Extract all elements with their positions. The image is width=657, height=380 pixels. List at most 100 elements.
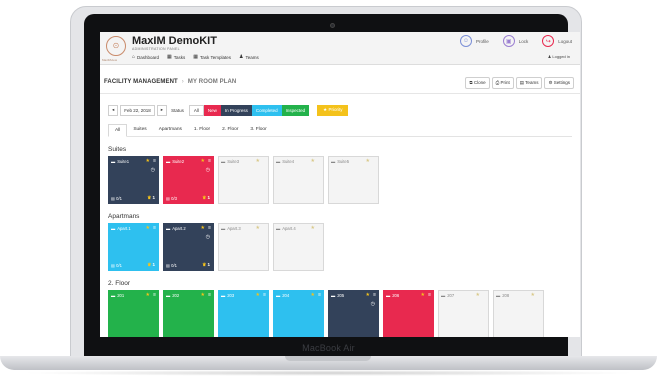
star-icon[interactable]: ★ [146, 225, 150, 231]
nav-item-dashboard[interactable]: ⌂ Dashboard [132, 54, 159, 60]
room-card[interactable]: ▬ 204 ★ ≡ [273, 290, 324, 337]
nav-icon: ♟ [238, 54, 244, 60]
page-action-button[interactable]: ⧉ Clone [465, 77, 490, 89]
room-card[interactable]: ▬ Apart.2 ★ ≡ ◷ ▤ 0/1 ♛ 1 [163, 223, 214, 271]
nav-item-tasks[interactable]: ▦ Tasks [167, 54, 185, 60]
menu-icon[interactable]: ≡ [263, 292, 266, 298]
priority-filter-button[interactable]: ★ Priority [317, 104, 349, 116]
room-grid: ▬ 201 ★ ≡ ▬ 202 ★ ≡ ▬ 203 ★ ≡ ▬ 204 ★ ≡ ▬ 205 ★ ≡ ◷ ▬ 206 ★ ≡ ▬ 20… [108, 290, 580, 337]
star-icon[interactable]: ★ [201, 292, 205, 298]
room-card[interactable]: ▬ Apart.3 ★ [218, 223, 269, 271]
status-insp-button[interactable]: Inspected [281, 104, 310, 116]
page-action-button[interactable]: ▤ Teams [515, 77, 543, 89]
star-icon[interactable]: ★ [311, 292, 315, 298]
app-logo[interactable]: ⊙ [106, 36, 126, 56]
menu-icon[interactable]: ≡ [153, 158, 156, 164]
breadcrumb-main[interactable]: FACILITY MANAGEMENT [104, 79, 178, 85]
tab-all[interactable]: All [108, 124, 128, 137]
room-card[interactable]: ▬ 203 ★ ≡ [218, 290, 269, 337]
page-action-button[interactable]: ⚙ Settings [544, 77, 574, 89]
camera-icon [330, 23, 335, 28]
room-name-text: 202 [172, 293, 180, 298]
room-name: ▬ Apart.4 [276, 226, 296, 231]
room-name-text: Suite3 [227, 159, 240, 164]
nav-item-task-templates[interactable]: ▦ Task Templates [193, 54, 231, 60]
staff-count: 1 [207, 195, 210, 200]
room-name: ▬ Apart.1 [111, 226, 131, 231]
room-name-text: 208 [502, 293, 510, 298]
room-card[interactable]: ▬ Suite4 ★ [273, 156, 324, 204]
nav-label: Tasks [173, 54, 186, 60]
room-card[interactable]: ▬ Suite2 ★ ≡ ◷ ▤ 0/3 ♛ 1 [163, 156, 214, 204]
room-task-count: ▤ 0/1 [111, 263, 122, 268]
room-card[interactable]: ▬ 205 ★ ≡ ◷ [328, 290, 379, 337]
menu-icon[interactable]: ≡ [153, 225, 156, 231]
bed-icon: ▬ [221, 226, 226, 231]
room-card[interactable]: ▬ 202 ★ ≡ [163, 290, 214, 337]
room-name: ▬ 206 [386, 293, 399, 298]
profile-button[interactable]: ☺ Profile [459, 35, 489, 47]
room-card[interactable]: ▬ 206 ★ ≡ [383, 290, 434, 337]
staff-count: 1 [207, 262, 210, 267]
status-new-button[interactable]: New [203, 104, 221, 116]
next-date-button[interactable]: ▸ [156, 104, 168, 116]
date-picker[interactable]: Feb 22, 2018 [120, 104, 155, 116]
logout-button[interactable]: ↪ Logout [542, 35, 572, 47]
tab-1-floor[interactable]: 1. Floor [188, 124, 216, 136]
room-name-text: 206 [392, 293, 400, 298]
tab-2-floor[interactable]: 2. Floor [216, 124, 244, 136]
star-icon[interactable]: ★ [531, 292, 535, 298]
tab-apartmans[interactable]: Apartmans [153, 124, 188, 136]
tab-suites[interactable]: Suites [127, 124, 152, 136]
room-sections: Suites ▬ Suite1 ★ ≡ ◷ ▤ 0/1 ♛ 1 ▬ Suite2 ★ ≡ ◷ ▤ 0/3 ♛… [100, 146, 580, 337]
lock-button[interactable]: ▣ Lock [502, 35, 528, 47]
status-filter-group: All New In Progress Completed Inspected [188, 104, 310, 116]
star-icon[interactable]: ★ [256, 225, 260, 231]
status-prog-button[interactable]: In Progress [220, 104, 252, 116]
page-action-button[interactable]: ⎙ Print [491, 77, 514, 89]
laptop-shadow [20, 370, 637, 376]
tab-3-floor[interactable]: 3. Floor [244, 124, 272, 136]
menu-icon[interactable]: ≡ [208, 292, 211, 298]
header-actions: ☺ Profile ▣ Lock ↪ Logout [459, 35, 572, 47]
star-icon[interactable]: ★ [476, 292, 480, 298]
room-staff-badge: ♛ 1 [147, 262, 155, 268]
star-icon[interactable]: ★ [201, 225, 205, 231]
room-card[interactable]: ▬ 208 ★ [493, 290, 544, 337]
status-comp-button[interactable]: Completed [251, 104, 282, 116]
nav-item-teams[interactable]: ♟ Teams [239, 54, 259, 60]
menu-icon[interactable]: ≡ [208, 225, 211, 231]
menu-icon[interactable]: ≡ [373, 292, 376, 298]
room-name: ▬ 204 [276, 293, 289, 298]
status-all-button[interactable]: All [188, 104, 204, 116]
star-icon[interactable]: ★ [256, 292, 260, 298]
room-card[interactable]: ▬ Apart.1 ★ ≡ ▤ 0/1 ♛ 1 [108, 223, 159, 271]
room-name: ▬ Suite2 [166, 159, 184, 164]
star-icon[interactable]: ★ [311, 225, 315, 231]
clock-icon: ◷ [370, 301, 375, 307]
menu-icon[interactable]: ≡ [428, 292, 431, 298]
star-icon[interactable]: ★ [421, 292, 425, 298]
room-card[interactable]: ▬ 207 ★ [438, 290, 489, 337]
star-icon[interactable]: ★ [366, 292, 370, 298]
section-title: Apartmans [108, 213, 140, 220]
status-label: Status [171, 107, 184, 113]
star-icon[interactable]: ★ [256, 158, 260, 164]
room-name: ▬ 205 [331, 293, 344, 298]
star-icon[interactable]: ★ [311, 158, 315, 164]
prev-date-button[interactable]: ◂ [108, 104, 119, 116]
menu-icon[interactable]: ≡ [208, 158, 211, 164]
star-icon[interactable]: ★ [146, 292, 150, 298]
menu-icon[interactable]: ≡ [318, 292, 321, 298]
room-card[interactable]: ▬ Apart.4 ★ [273, 223, 324, 271]
star-icon[interactable]: ★ [146, 158, 150, 164]
nav-label: Dashboard [137, 54, 160, 60]
room-card[interactable]: ▬ Suite3 ★ [218, 156, 269, 204]
bed-icon: ▬ [221, 159, 226, 164]
star-icon[interactable]: ★ [366, 158, 370, 164]
room-card[interactable]: ▬ 201 ★ ≡ [108, 290, 159, 337]
room-card[interactable]: ▬ Suite1 ★ ≡ ◷ ▤ 0/1 ♛ 1 [108, 156, 159, 204]
menu-icon[interactable]: ≡ [153, 292, 156, 298]
room-card[interactable]: ▬ Suite5 ★ [328, 156, 379, 204]
star-icon[interactable]: ★ [201, 158, 205, 164]
